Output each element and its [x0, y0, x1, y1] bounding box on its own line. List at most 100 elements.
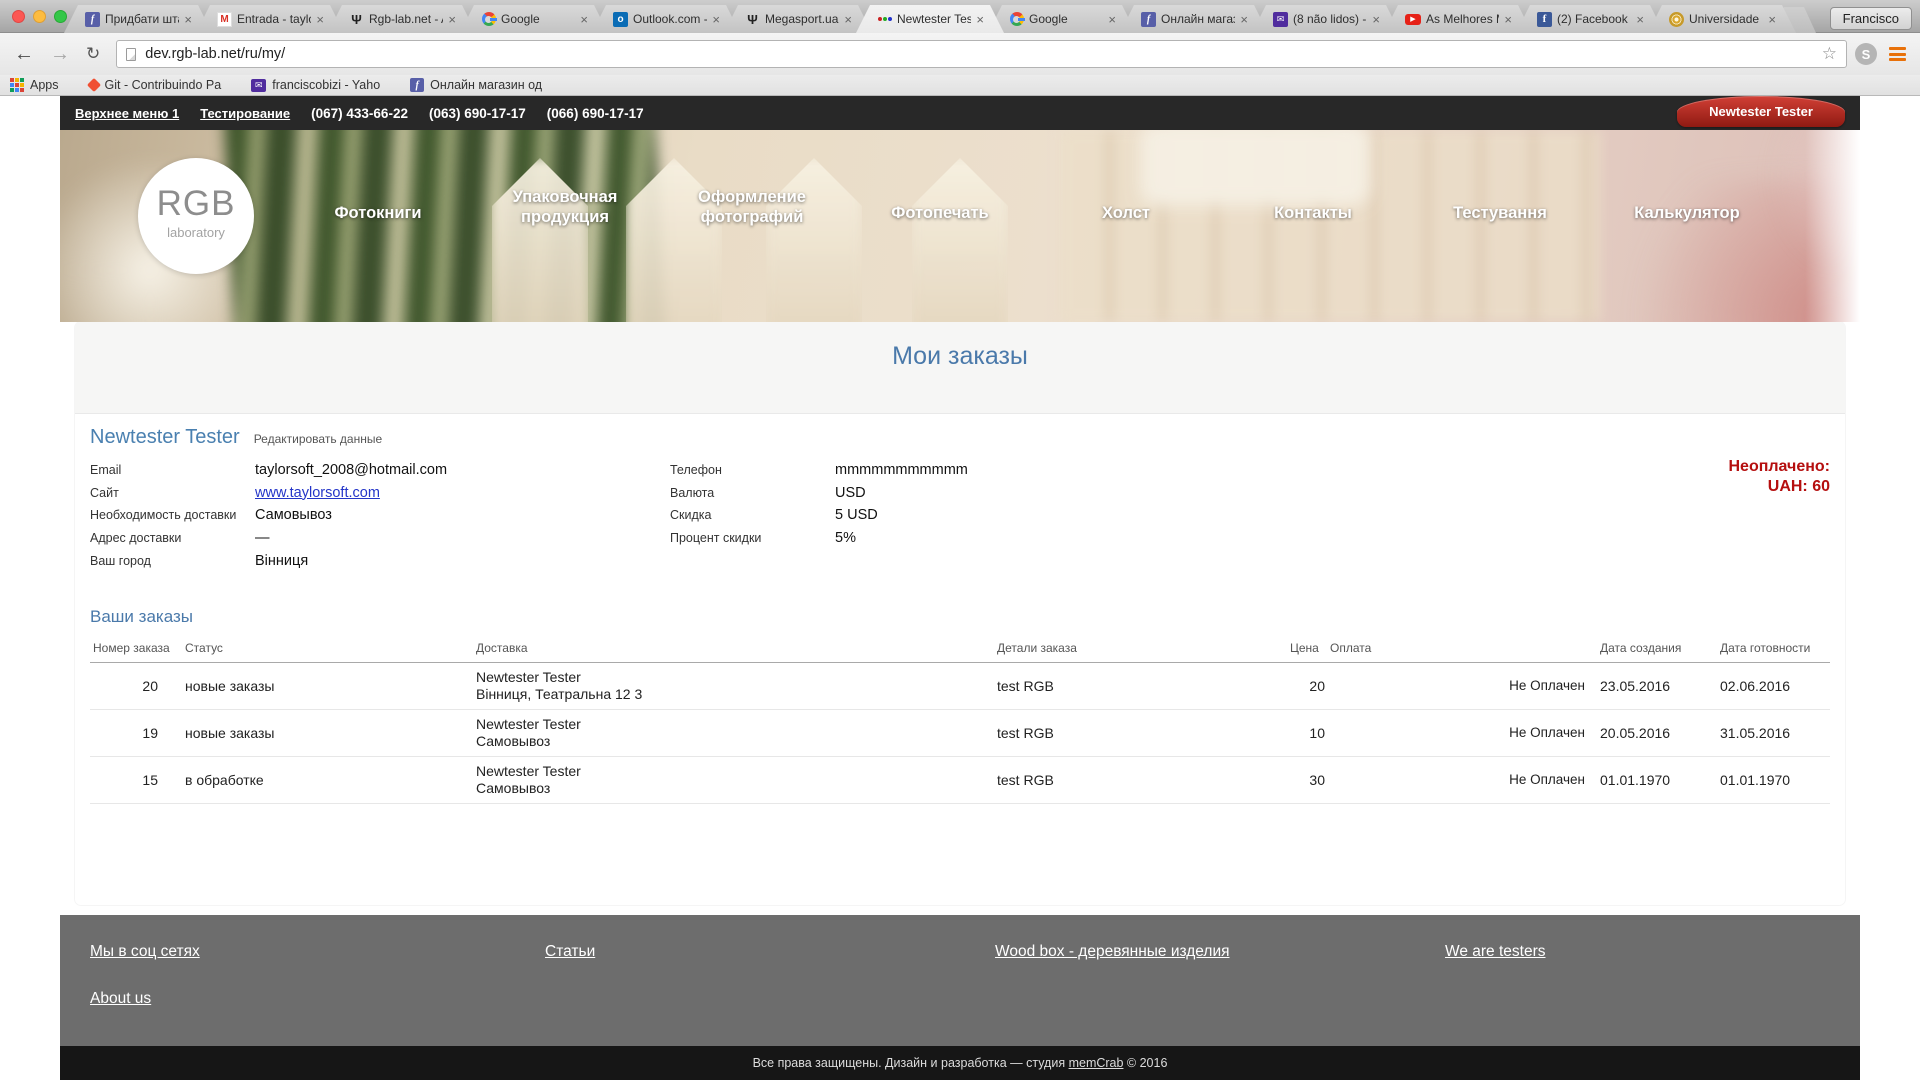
nav-item-calculator[interactable]: Калькулятор: [1582, 203, 1792, 223]
logo-subtext: laboratory: [138, 225, 254, 240]
tab-close-icon[interactable]: [844, 13, 852, 26]
header-banner: RGB laboratory Фотокниги Упаковочная про…: [60, 130, 1860, 322]
footer-link-testers[interactable]: We are testers: [1445, 943, 1546, 960]
edit-profile-link[interactable]: Редактировать данные: [254, 432, 382, 446]
order-details: test RGB: [990, 709, 1280, 756]
tab-close-icon[interactable]: [712, 13, 720, 26]
forward-icon[interactable]: [50, 43, 70, 66]
bookmark-item[interactable]: franciscobizi - Yaho: [251, 78, 380, 92]
tab-title: Google: [1029, 12, 1103, 26]
field-label: Необходимость доставки: [90, 504, 255, 527]
tab-close-icon[interactable]: [1108, 13, 1116, 26]
profile-fields-right: Телефонmmmmmmmmmmm ВалютаUSD Скидка5 USD…: [670, 459, 1190, 550]
field-label: Адрес доставки: [90, 527, 255, 550]
window-controls: [12, 10, 67, 23]
browser-tab[interactable]: As Melhores M: [1384, 5, 1532, 33]
order-payment-status: Не Оплачен: [1330, 709, 1585, 756]
browser-tab-active[interactable]: Newtester Test: [856, 5, 1004, 33]
order-details: test RGB: [990, 662, 1280, 709]
tab-close-icon[interactable]: [580, 13, 588, 26]
minimize-window-icon[interactable]: [33, 10, 46, 23]
browser-tab[interactable]: Rgb-lab.net - A: [328, 5, 476, 33]
google-icon: [481, 12, 496, 27]
tab-close-icon[interactable]: [184, 13, 192, 26]
apps-shortcut[interactable]: Apps: [12, 78, 59, 92]
nav-item-photo-framing[interactable]: Оформление фотографий: [647, 187, 857, 227]
page-title: Мои заказы: [75, 342, 1845, 371]
nav-item-photo-print[interactable]: Фотопечать: [835, 203, 1045, 223]
orders-table: Номер заказа Статус Доставка Детали зака…: [90, 641, 1830, 804]
column-header: Дата готовности: [1700, 641, 1830, 663]
tab-close-icon[interactable]: [1240, 13, 1248, 26]
order-delivery: Newtester TesterВінниця, Театральна 12 3: [470, 662, 990, 709]
footer-link-articles[interactable]: Статьи: [545, 943, 595, 960]
order-ready-date: 02.06.2016: [1700, 662, 1830, 709]
url-text[interactable]: dev.rgb-lab.net/ru/my/: [145, 46, 1822, 62]
address-bar[interactable]: dev.rgb-lab.net/ru/my/: [116, 40, 1847, 68]
browser-tab[interactable]: Outlook.com - t: [592, 5, 740, 33]
browser-tab[interactable]: Google: [988, 5, 1136, 33]
browser-tab[interactable]: (2) Facebook: [1516, 5, 1664, 33]
order-number: 15: [90, 756, 170, 803]
bookmark-item[interactable]: Онлайн магазин од: [410, 78, 542, 92]
website-link[interactable]: www.taylorsoft.com: [255, 482, 670, 505]
browser-profile-button[interactable]: Francisco: [1830, 7, 1912, 30]
tab-title: Universidade L: [1689, 12, 1763, 26]
tab-close-icon[interactable]: [1636, 13, 1644, 26]
top-menu-link[interactable]: Верхнее меню 1: [75, 106, 179, 121]
git-icon: [86, 78, 100, 92]
reload-icon[interactable]: [86, 44, 100, 64]
tab-close-icon[interactable]: [1768, 13, 1776, 26]
back-icon[interactable]: [14, 43, 34, 66]
bookmark-label: Онлайн магазин од: [430, 78, 542, 92]
nav-item-testing[interactable]: Тестування: [1395, 203, 1605, 223]
nav-item-contacts[interactable]: Контакты: [1208, 203, 1418, 223]
order-row[interactable]: 20 новые заказы Newtester TesterВінниця,…: [90, 662, 1830, 709]
nav-item-packaging[interactable]: Упаковочная продукция: [460, 187, 670, 227]
field-label: Ваш город: [90, 550, 255, 573]
field-value: 5 USD: [835, 504, 1190, 527]
browser-tab[interactable]: Universidade L: [1648, 5, 1796, 33]
footer-link-social[interactable]: Мы в соц сетях: [90, 943, 200, 960]
copyright-text: Все права защищены. Дизайн и разработка …: [753, 1056, 1069, 1070]
browser-tab[interactable]: Придбати шта: [64, 5, 212, 33]
browser-tab[interactable]: Google: [460, 5, 608, 33]
profile-fields-left: Emailtaylorsoft_2008@hotmail.com Сайтwww…: [90, 459, 670, 573]
tab-close-icon[interactable]: [976, 13, 984, 26]
footer-link-about[interactable]: About us: [90, 990, 151, 1007]
bookmarks-bar: Apps Git - Contribuindo Pa franciscobizi…: [0, 75, 1920, 96]
field-label: Скидка: [670, 504, 835, 527]
logo-text: RGB: [138, 184, 254, 224]
tab-title: (8 não lidos) - f: [1293, 12, 1367, 26]
close-window-icon[interactable]: [12, 10, 25, 23]
tab-close-icon[interactable]: [316, 13, 324, 26]
order-status: в обработке: [170, 756, 470, 803]
tab-close-icon[interactable]: [448, 13, 456, 26]
column-header: Номер заказа: [90, 641, 170, 663]
nav-item-canvas[interactable]: Холст: [1021, 203, 1231, 223]
browser-tab[interactable]: (8 não lidos) - f: [1252, 5, 1400, 33]
site-logo[interactable]: RGB laboratory: [138, 158, 254, 274]
field-value: —: [255, 527, 670, 550]
order-number: 19: [90, 709, 170, 756]
browser-chrome: Придбати шта Entrada - taylor Rgb-lab.ne…: [0, 0, 1920, 96]
tab-close-icon[interactable]: [1372, 13, 1380, 26]
order-row[interactable]: 19 новые заказы Newtester TesterСамовыво…: [90, 709, 1830, 756]
skype-extension-icon[interactable]: [1855, 43, 1877, 65]
chrome-menu-icon[interactable]: [1889, 45, 1906, 64]
nav-item-photobooks[interactable]: Фотокниги: [273, 203, 483, 223]
orders-section-title: Ваши заказы: [90, 607, 1830, 627]
bookmark-item[interactable]: Git - Contribuindo Pa: [89, 78, 222, 92]
facebook-icon: [1537, 12, 1552, 27]
memcrab-link[interactable]: memCrab: [1069, 1056, 1124, 1070]
browser-tab[interactable]: Megasport.ua -: [724, 5, 872, 33]
user-account-button[interactable]: Newtester Tester: [1677, 96, 1845, 127]
bookmark-star-icon[interactable]: [1822, 44, 1837, 64]
order-row[interactable]: 15 в обработке Newtester TesterСамовывоз…: [90, 756, 1830, 803]
top-menu-link[interactable]: Тестирование: [200, 106, 290, 121]
browser-tab[interactable]: Онлайн магази: [1120, 5, 1268, 33]
browser-tab[interactable]: Entrada - taylor: [196, 5, 344, 33]
tab-close-icon[interactable]: [1504, 13, 1512, 26]
footer-link-woodbox[interactable]: Wood box - деревянные изделия: [995, 943, 1230, 960]
order-details: test RGB: [990, 756, 1280, 803]
